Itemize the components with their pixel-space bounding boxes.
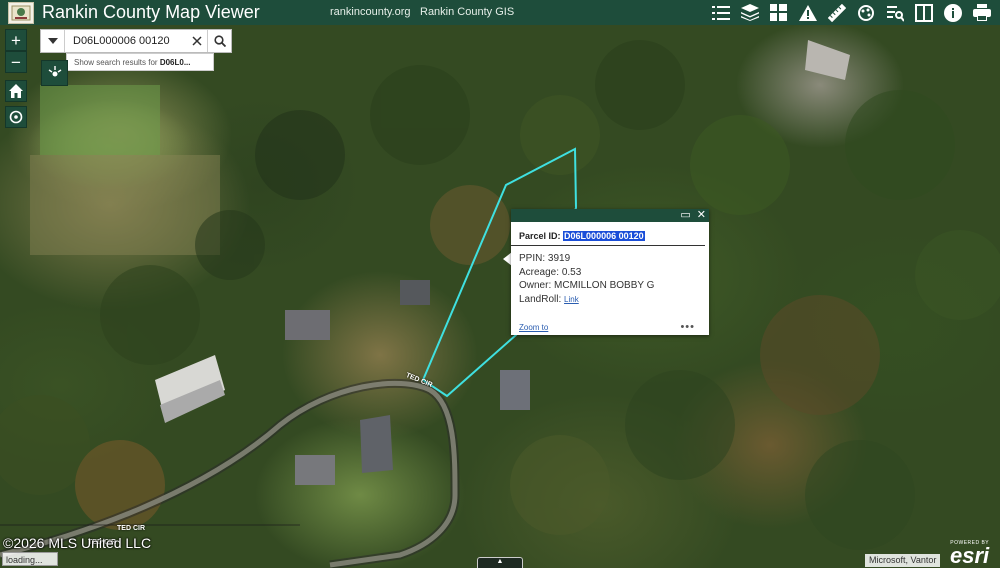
acreage-value: 0.53 bbox=[561, 266, 582, 278]
search-icon bbox=[213, 35, 226, 47]
search-source-dropdown[interactable] bbox=[41, 30, 65, 52]
print-icon[interactable] bbox=[967, 0, 996, 25]
query-icon[interactable] bbox=[880, 0, 909, 25]
basemap-gallery-icon[interactable] bbox=[764, 0, 793, 25]
search-suggestion[interactable]: Show search results for D06L0... bbox=[66, 53, 214, 71]
parcel-id-value: D06L000006 00120 bbox=[563, 231, 645, 241]
owner-value: MCMILLON BOBBY G bbox=[554, 280, 655, 291]
open-field bbox=[30, 155, 220, 255]
warning-icon[interactable] bbox=[793, 0, 822, 25]
search-input[interactable] bbox=[65, 30, 187, 52]
mls-watermark: ©2026 MLS United LLC bbox=[3, 535, 152, 551]
my-location-button[interactable] bbox=[5, 106, 27, 128]
zoom-to-link[interactable]: Zoom to bbox=[519, 323, 548, 332]
zoom-out-button[interactable]: − bbox=[5, 51, 27, 73]
crop-field bbox=[40, 85, 160, 155]
maximize-icon[interactable]: ▭ bbox=[680, 210, 690, 221]
locate-tool-button[interactable] bbox=[41, 60, 68, 86]
compare-icon[interactable] bbox=[909, 0, 938, 25]
parcel-id-label: Parcel ID: bbox=[519, 231, 561, 241]
search-widget bbox=[40, 29, 232, 53]
road-label: TED CIR bbox=[117, 525, 145, 532]
widget-toolbar bbox=[706, 0, 996, 25]
attribute-table-toggle[interactable]: ▲ bbox=[477, 557, 523, 568]
more-options-icon[interactable]: ••• bbox=[680, 321, 695, 333]
measure-icon[interactable] bbox=[822, 0, 851, 25]
owner-label: Owner: bbox=[519, 280, 552, 291]
layer-list-icon[interactable] bbox=[706, 0, 735, 25]
locate-icon bbox=[9, 110, 23, 124]
app-header: Rankin County Map Viewer rankincounty.or… bbox=[0, 0, 1000, 25]
suggestion-term: D06L0... bbox=[159, 58, 191, 67]
ppin-label: PPIN: bbox=[519, 253, 546, 264]
ppin-value: 3919 bbox=[547, 253, 571, 264]
home-icon bbox=[9, 84, 23, 98]
rankin-county-seal-icon[interactable] bbox=[8, 1, 34, 24]
app-title: Rankin County Map Viewer bbox=[42, 2, 260, 22]
landroll-row: LandRoll: Link bbox=[519, 293, 701, 307]
loading-indicator: loading... bbox=[2, 552, 58, 566]
map-attribution: Microsoft, Vantor bbox=[865, 554, 941, 567]
layers-icon[interactable] bbox=[735, 0, 764, 25]
parcel-popup: ▭ ✕ Parcel ID: D06L000006 00120 PPIN: 39… bbox=[511, 209, 709, 335]
popup-title: Parcel ID: D06L000006 00120 bbox=[511, 222, 705, 246]
ppin-row: PPIN: 3919 bbox=[519, 252, 701, 266]
header-link-rankincounty[interactable]: rankincounty.org bbox=[330, 6, 411, 18]
esri-logo[interactable]: POWERED BY esri bbox=[950, 540, 990, 568]
chevron-up-icon: ▲ bbox=[496, 558, 504, 565]
zoom-in-button[interactable]: + bbox=[5, 29, 27, 51]
close-icon[interactable]: ✕ bbox=[697, 210, 706, 221]
map-overlay bbox=[0, 40, 1000, 568]
map-view[interactable]: TED CIR TED CIR TED CIR bbox=[0, 25, 1000, 568]
popup-header: ▭ ✕ bbox=[511, 209, 709, 222]
suggestion-prefix: Show search results for bbox=[74, 58, 160, 67]
popup-body: PPIN: 3919 Acreage: 0.53 Owner: MCMILLON… bbox=[511, 246, 709, 306]
owner-row: Owner: MCMILLON BOBBY G bbox=[519, 279, 701, 293]
gps-crosshair-icon bbox=[48, 66, 61, 77]
home-button[interactable] bbox=[5, 80, 27, 102]
search-button[interactable] bbox=[207, 30, 231, 52]
esri-wordmark: esri bbox=[950, 543, 990, 568]
chevron-down-icon bbox=[47, 38, 58, 44]
draw-icon[interactable] bbox=[851, 0, 880, 25]
acreage-row: Acreage: 0.53 bbox=[519, 266, 701, 280]
about-icon[interactable] bbox=[938, 0, 967, 25]
clear-search-button[interactable] bbox=[187, 30, 207, 52]
header-link-gis[interactable]: Rankin County GIS bbox=[420, 6, 514, 18]
landroll-link[interactable]: Link bbox=[564, 295, 579, 304]
landroll-label: LandRoll: bbox=[519, 293, 562, 305]
acreage-label: Acreage: bbox=[519, 266, 560, 278]
close-icon bbox=[192, 36, 202, 46]
